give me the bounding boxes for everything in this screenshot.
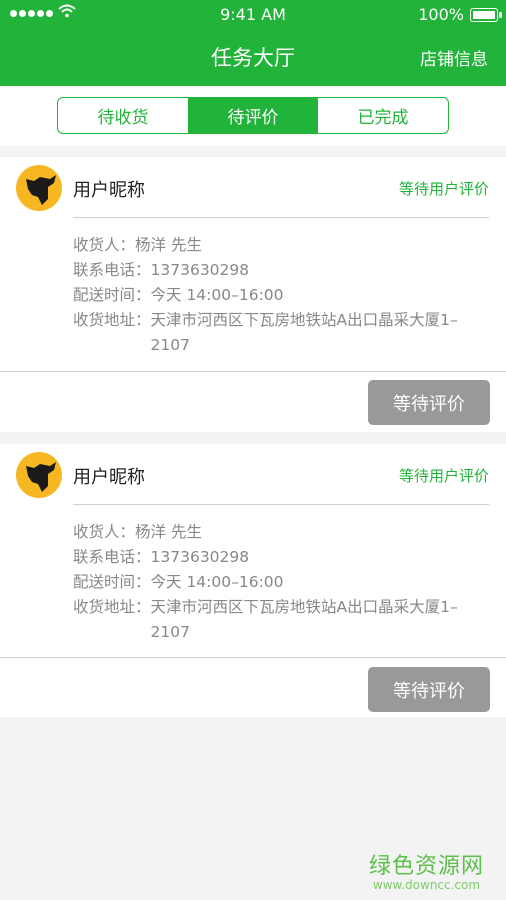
phone-label: 联系电话： (73, 548, 151, 566)
user-nickname: 用户昵称 (73, 467, 145, 488)
divider (73, 504, 489, 505)
address-value: 天津市河西区下瓦房地铁站A出口晶采大厦1–2107 (150, 311, 458, 354)
divider (0, 371, 506, 372)
avatar (16, 452, 62, 498)
avatar (16, 165, 62, 211)
tab-completed[interactable]: 已完成 (318, 98, 448, 133)
shop-info-button[interactable]: 店铺信息 (420, 45, 488, 70)
deer-icon (26, 462, 56, 492)
watermark-name: 绿色资源网 (368, 854, 484, 879)
tab-pending-review[interactable]: 待评价 (188, 98, 318, 133)
address-label: 收货地址： (73, 311, 151, 329)
receiver-label: 收货人： (73, 523, 136, 541)
await-review-button[interactable]: 等待评价 (368, 380, 490, 425)
segmented-tabs: 待收货 待评价 已完成 (57, 97, 449, 134)
receiver-label: 收货人： (73, 236, 136, 254)
phone-label: 联系电话： (73, 261, 151, 279)
status-bar: 9:41 AM 100% (0, 0, 506, 28)
order-info: 收货人： 杨洋 先生 联系电话： 1373630298 配送时间： 今天 14:00–… (73, 520, 493, 645)
battery-percent: 100% (418, 5, 464, 24)
await-review-button[interactable]: 等待评价 (368, 667, 490, 712)
address-label: 收货地址： (73, 598, 151, 616)
watermark-url: www.downcc.com (372, 878, 481, 892)
tab-pending-receipt[interactable]: 待收货 (58, 98, 188, 133)
tab-area: 待收货 待评价 已完成 (0, 86, 506, 146)
delivery-time-value: 今天 14:00–16:00 (150, 573, 284, 591)
address-value: 天津市河西区下瓦房地铁站A出口晶采大厦1–2107 (150, 598, 458, 641)
order-info: 收货人： 杨洋 先生 联系电话： 1373630298 配送时间： 今天 14:00–… (73, 233, 493, 358)
top-bar: 9:41 AM 100% 任务大厅 店铺信息 (0, 0, 506, 86)
delivery-time-label: 配送时间： (73, 573, 151, 591)
order-card: 用户昵称 等待用户评价 收货人： 杨洋 先生 联系电话： 1373630298 配送… (0, 444, 506, 717)
delivery-time-value: 今天 14:00–16:00 (150, 286, 284, 304)
watermark: 绿色资源网 www.downcc.com (369, 848, 484, 892)
deer-icon (26, 175, 56, 205)
user-nickname: 用户昵称 (73, 180, 145, 201)
receiver-value: 杨洋 先生 (135, 236, 202, 254)
order-card: 用户昵称 等待用户评价 收货人： 杨洋 先生 联系电话： 1373630298 配送… (0, 157, 506, 432)
delivery-time-label: 配送时间： (73, 286, 151, 304)
divider (73, 217, 489, 218)
divider (0, 657, 506, 658)
status-badge: 等待用户评价 (398, 467, 489, 485)
battery-icon (470, 7, 502, 22)
phone-value: 1373630298 (150, 261, 250, 279)
receiver-value: 杨洋 先生 (135, 523, 202, 541)
phone-value: 1373630298 (150, 548, 250, 566)
status-badge: 等待用户评价 (398, 180, 489, 198)
